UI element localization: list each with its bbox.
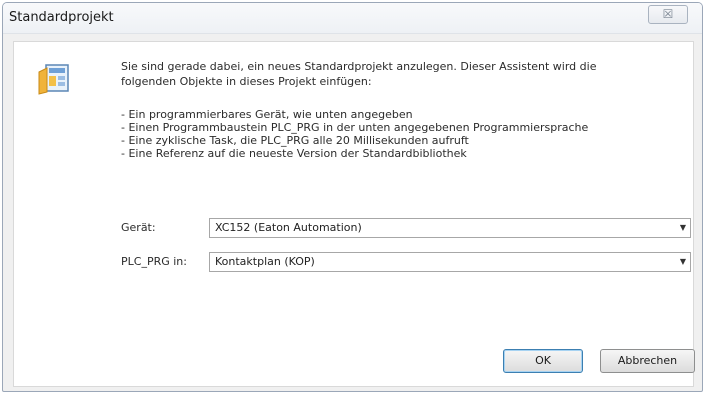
device-select[interactable]: XC152 (Eaton Automation) ▼ (209, 218, 691, 238)
plc-language-select[interactable]: Kontaktplan (KOP) ▼ (209, 252, 691, 272)
intro-line-1: Sie sind gerade dabei, ein neues Standar… (121, 60, 597, 73)
list-item: - Ein programmierbares Gerät, wie unten … (121, 108, 413, 121)
close-button[interactable]: ☒ (648, 5, 688, 24)
device-value: XC152 (Eaton Automation) (215, 221, 362, 234)
list-item: - Eine Referenz auf die neueste Version … (121, 147, 467, 160)
plc-prg-label: PLC_PRG in: (121, 255, 187, 268)
object-list: - Ein programmierbares Gerät, wie unten … (121, 108, 588, 160)
standardprojekt-dialog: Standardprojekt ☒ Sie sind gerade dabei,… (2, 2, 703, 392)
title-bar: Standardprojekt ☒ (3, 3, 702, 34)
device-label: Gerät: (121, 221, 156, 234)
wizard-project-icon (38, 64, 69, 95)
intro-text: Sie sind gerade dabei, ein neues Standar… (121, 59, 596, 89)
chevron-down-icon: ▼ (679, 257, 686, 266)
intro-line-2: folgenden Objekte in dieses Projekt einf… (121, 75, 372, 88)
close-icon: ☒ (662, 7, 674, 21)
cancel-button[interactable]: Abbrechen (600, 349, 695, 373)
list-item: - Einen Programmbaustein PLC_PRG in der … (121, 121, 589, 134)
dialog-title: Standardprojekt (9, 10, 114, 25)
ok-button[interactable]: OK (503, 349, 583, 373)
chevron-down-icon: ▼ (679, 223, 686, 232)
dialog-content: Sie sind gerade dabei, ein neues Standar… (13, 41, 695, 387)
plc-language-value: Kontaktplan (KOP) (215, 255, 315, 268)
list-item: - Eine zyklische Task, die PLC_PRG alle … (121, 134, 469, 147)
